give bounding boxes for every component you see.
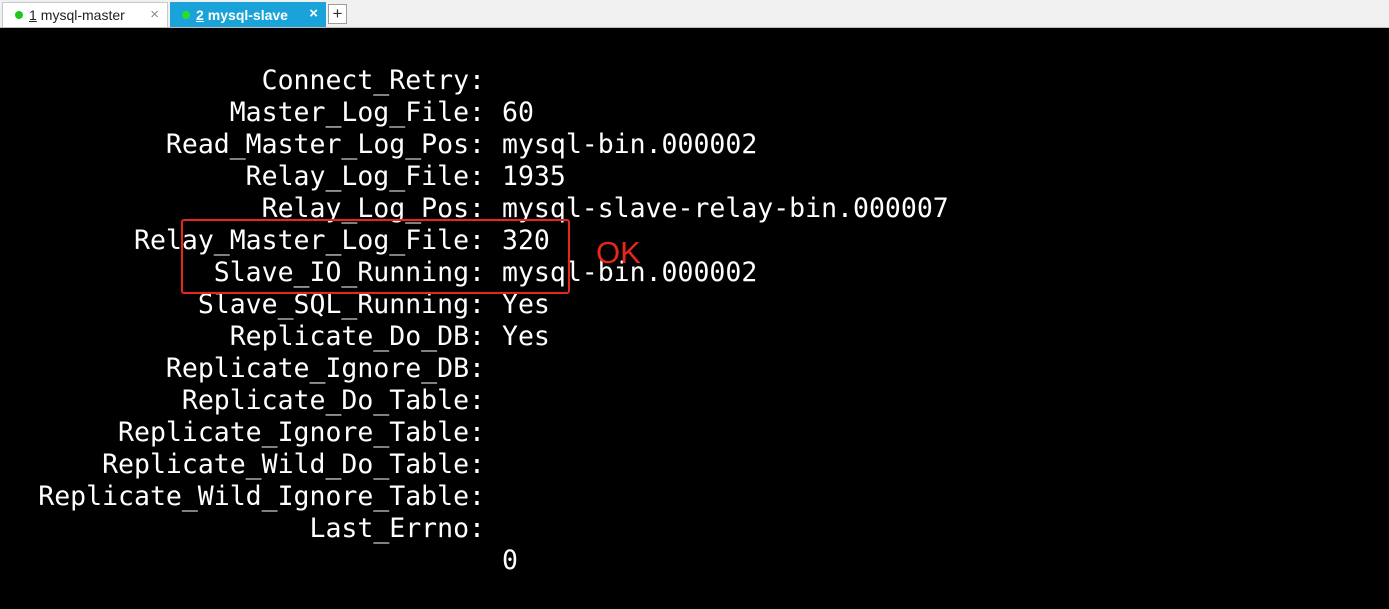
close-icon[interactable]: ×	[309, 5, 318, 23]
terminal-line: Replicate_Do_Table:	[0, 353, 1389, 416]
terminal-line: Read_Master_Log_Pos: 1935	[0, 97, 1389, 192]
field-value: 0	[502, 545, 518, 576]
terminal-line: Last_Errno: 0	[0, 481, 1389, 576]
tab-mysql-slave[interactable]: 2 mysql-slave ×	[170, 2, 326, 27]
terminal-line: Replicate_Wild_Ignore_Table:	[0, 449, 1389, 512]
terminal-line: Replicate_Wild_Do_Table:	[0, 417, 1389, 480]
terminal-line: Relay_Log_File: mysql-slave-relay-bin.00…	[0, 129, 1389, 224]
new-tab-button[interactable]: +	[328, 4, 347, 24]
terminal-output[interactable]: Connect_Retry: 60 Master_Log_File: mysql…	[0, 28, 1389, 576]
ok-annotation: OK	[596, 235, 641, 270]
terminal-line: Connect_Retry: 60	[0, 33, 1389, 128]
connection-status-icon	[182, 10, 190, 19]
terminal-line: Master_Log_File: mysql-bin.000002	[0, 65, 1389, 160]
tab-bar: 1 mysql-master × 2 mysql-slave × +	[0, 0, 1389, 28]
terminal-line: Replicate_Ignore_DB:	[0, 321, 1389, 384]
tab-title: mysql-slave	[207, 6, 288, 23]
terminal-line: Replicate_Ignore_Table:	[0, 385, 1389, 448]
field-label: Last_Errno:	[309, 513, 486, 544]
highlight-box	[181, 219, 570, 294]
tab-number: 2	[196, 6, 204, 23]
close-icon[interactable]: ×	[150, 6, 159, 24]
tab-number: 1	[29, 7, 37, 23]
tab-title: mysql-master	[40, 7, 125, 23]
terminal-line: Relay_Log_Pos: 320	[0, 161, 1389, 256]
tab-mysql-master[interactable]: 1 mysql-master ×	[2, 2, 168, 27]
connection-status-icon	[15, 11, 23, 19]
